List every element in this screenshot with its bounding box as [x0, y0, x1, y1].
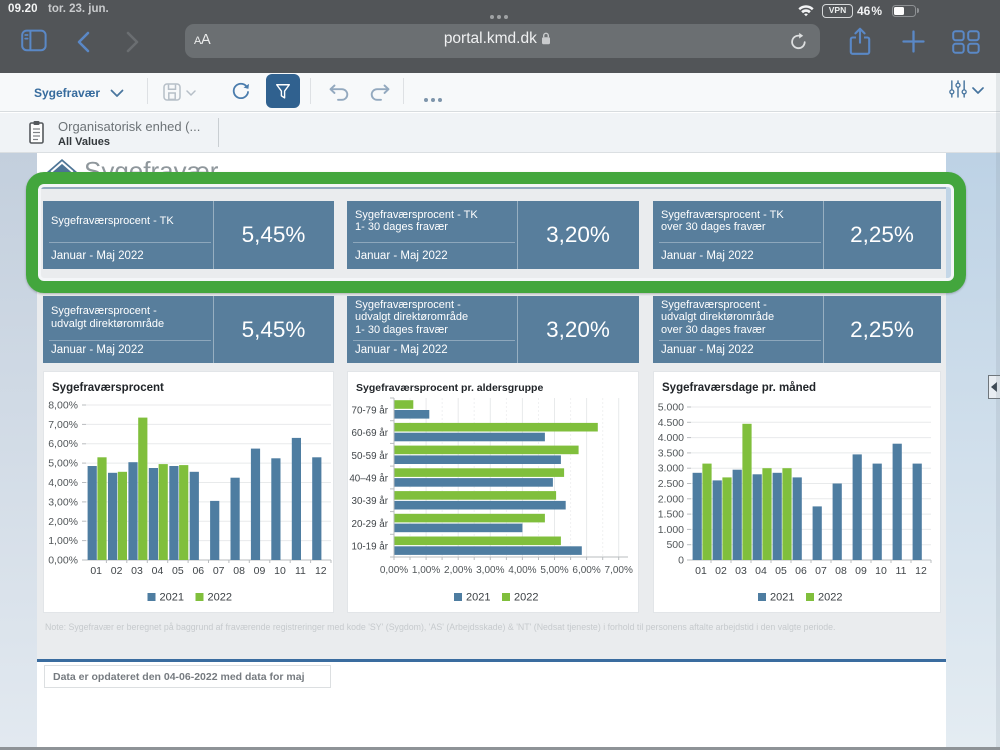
svg-text:5.000: 5.000 — [658, 402, 684, 414]
svg-text:05: 05 — [775, 565, 787, 577]
svg-text:04: 04 — [152, 565, 164, 577]
svg-text:5,00%: 5,00% — [540, 565, 568, 576]
svg-text:06: 06 — [192, 565, 204, 577]
svg-text:05: 05 — [172, 565, 184, 577]
svg-text:01: 01 — [695, 565, 707, 577]
svg-text:2021: 2021 — [466, 592, 490, 604]
svg-text:2.500: 2.500 — [658, 478, 684, 490]
svg-text:1,00%: 1,00% — [412, 565, 440, 576]
svg-text:2.000: 2.000 — [658, 493, 684, 505]
svg-text:500: 500 — [666, 539, 684, 551]
svg-text:07: 07 — [815, 565, 827, 577]
svg-text:09: 09 — [855, 565, 867, 577]
svg-text:2022: 2022 — [818, 592, 842, 604]
svg-text:3.000: 3.000 — [658, 463, 684, 475]
svg-text:09: 09 — [254, 565, 266, 577]
svg-text:50-59 år: 50-59 år — [352, 451, 389, 462]
svg-text:2,00%: 2,00% — [48, 516, 78, 528]
svg-text:0,00%: 0,00% — [380, 565, 408, 576]
svg-text:1.500: 1.500 — [658, 509, 684, 521]
svg-text:2,00%: 2,00% — [444, 565, 472, 576]
svg-text:02: 02 — [111, 565, 123, 577]
svg-text:03: 03 — [131, 565, 143, 577]
svg-text:07: 07 — [213, 565, 225, 577]
svg-text:11: 11 — [896, 565, 907, 577]
svg-text:3,00%: 3,00% — [476, 565, 504, 576]
svg-text:6,00%: 6,00% — [48, 438, 78, 450]
svg-text:2021: 2021 — [770, 592, 794, 604]
svg-text:20-29 år: 20-29 år — [352, 519, 389, 530]
svg-text:Sygefraværsprocent pr. aldersg: Sygefraværsprocent pr. aldersgruppe — [356, 382, 543, 394]
svg-text:1.000: 1.000 — [658, 524, 684, 536]
svg-text:12: 12 — [915, 565, 927, 577]
svg-text:4,00%: 4,00% — [508, 565, 536, 576]
svg-text:3,00%: 3,00% — [48, 496, 78, 508]
svg-text:10: 10 — [274, 565, 286, 577]
svg-text:4,00%: 4,00% — [48, 477, 78, 489]
svg-text:10: 10 — [875, 565, 887, 577]
svg-text:2022: 2022 — [514, 592, 538, 604]
svg-text:3.500: 3.500 — [658, 447, 684, 459]
svg-text:03: 03 — [735, 565, 747, 577]
svg-text:04: 04 — [755, 565, 767, 577]
svg-text:12: 12 — [315, 565, 327, 577]
svg-text:11: 11 — [295, 565, 306, 577]
svg-text:Sygefraværsprocent: Sygefraværsprocent — [52, 382, 164, 394]
svg-text:0: 0 — [678, 555, 684, 567]
svg-text:30-39 år: 30-39 år — [352, 496, 389, 507]
svg-text:Sygefraværsdage pr. måned: Sygefraværsdage pr. måned — [662, 382, 816, 394]
svg-text:7,00%: 7,00% — [605, 565, 633, 576]
svg-text:7,00%: 7,00% — [48, 419, 78, 431]
svg-text:60-69 år: 60-69 år — [352, 428, 389, 439]
svg-text:1,00%: 1,00% — [48, 535, 78, 547]
svg-text:2022: 2022 — [208, 592, 232, 604]
svg-text:0,00%: 0,00% — [48, 555, 78, 567]
svg-text:2021: 2021 — [160, 592, 184, 604]
svg-text:08: 08 — [233, 565, 245, 577]
svg-text:01: 01 — [90, 565, 102, 577]
svg-text:4.000: 4.000 — [658, 432, 684, 444]
svg-text:4.500: 4.500 — [658, 417, 684, 429]
svg-text:10-19 år: 10-19 år — [352, 542, 389, 553]
svg-text:70-79 år: 70-79 år — [352, 405, 389, 416]
svg-text:8,00%: 8,00% — [48, 400, 78, 412]
svg-text:06: 06 — [795, 565, 807, 577]
svg-text:08: 08 — [835, 565, 847, 577]
svg-text:6,00%: 6,00% — [572, 565, 600, 576]
svg-text:40–49 år: 40–49 år — [349, 474, 388, 485]
svg-text:02: 02 — [715, 565, 727, 577]
svg-text:5,00%: 5,00% — [48, 458, 78, 470]
